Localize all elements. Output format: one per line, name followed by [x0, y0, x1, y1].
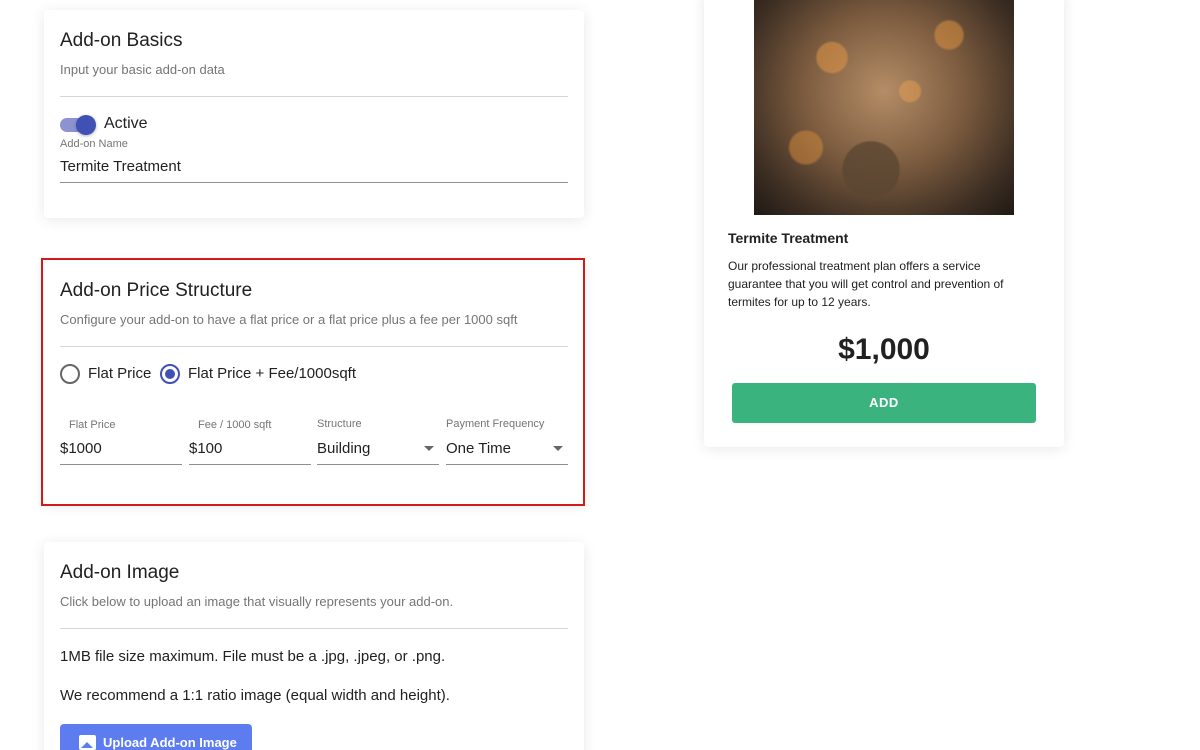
basics-title: Add-on Basics: [60, 30, 183, 51]
structure-select[interactable]: Building: [317, 440, 370, 457]
flat-price-label: Flat Price: [69, 419, 116, 431]
price-title: Add-on Price Structure: [60, 280, 253, 301]
frequency-select[interactable]: One Time: [446, 440, 511, 457]
addon-basics-card: Add-on Basics Input your basic add-on da…: [44, 10, 584, 218]
divider: [60, 628, 568, 629]
divider: [60, 96, 568, 97]
radio-flat-price-label[interactable]: Flat Price: [88, 365, 151, 382]
toggle-thumb: [76, 115, 96, 135]
price-subtitle: Configure your add-on to have a flat pri…: [60, 312, 518, 327]
upload-image-button[interactable]: Upload Add-on Image: [60, 724, 252, 750]
structure-underline: [317, 464, 439, 465]
divider: [60, 346, 568, 347]
addon-name-input[interactable]: Termite Treatment: [60, 158, 181, 175]
preview-image: [754, 0, 1014, 215]
addon-preview-card: Termite Treatment Our professional treat…: [704, 0, 1064, 447]
chevron-down-icon[interactable]: [553, 446, 563, 451]
preview-price: $1,000: [838, 333, 930, 366]
flat-price-underline: [60, 464, 182, 465]
fee-underline: [189, 464, 311, 465]
preview-title: Termite Treatment: [728, 230, 849, 246]
upload-image-label: Upload Add-on Image: [103, 735, 237, 750]
add-button[interactable]: ADD: [732, 383, 1036, 423]
frequency-label: Payment Frequency: [446, 418, 545, 430]
addon-image-card: Add-on Image Click below to upload an im…: [44, 542, 584, 750]
image-title: Add-on Image: [60, 562, 180, 583]
active-label: Active: [104, 115, 148, 132]
image-icon: [79, 735, 96, 750]
preview-description: Our professional treatment plan offers a…: [728, 259, 1004, 309]
addon-price-card: Add-on Price Structure Configure your ad…: [44, 260, 584, 504]
radio-flat-price[interactable]: [60, 364, 80, 384]
ratio-note: We recommend a 1:1 ratio image (equal wi…: [60, 687, 450, 704]
basics-subtitle: Input your basic add-on data: [60, 62, 225, 77]
flat-price-input[interactable]: $1000: [60, 440, 102, 457]
radio-flat-price-fee-label[interactable]: Flat Price + Fee/1000sqft: [188, 365, 356, 382]
radio-flat-price-fee[interactable]: [160, 364, 180, 384]
chevron-down-icon[interactable]: [424, 446, 434, 451]
image-subtitle: Click below to upload an image that visu…: [60, 594, 454, 609]
fee-label: Fee / 1000 sqft: [198, 419, 272, 431]
frequency-underline: [446, 464, 568, 465]
active-toggle[interactable]: [60, 115, 96, 135]
file-size-note: 1MB file size maximum. File must be a .j…: [60, 648, 446, 665]
addon-name-label: Add-on Name: [60, 138, 128, 150]
addon-name-underline: [60, 182, 568, 183]
fee-input[interactable]: $100: [189, 440, 222, 457]
structure-label: Structure: [317, 418, 362, 430]
radio-selected-dot: [165, 369, 175, 379]
